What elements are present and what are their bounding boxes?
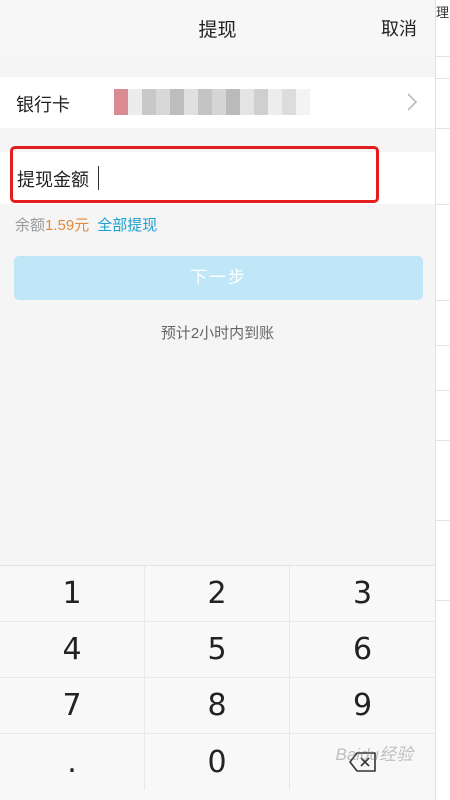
bank-card-row[interactable]: 银行卡	[0, 77, 435, 128]
key-decimal[interactable]: .	[0, 734, 145, 790]
backspace-icon	[348, 752, 376, 772]
balance-amount: 1.59元	[45, 217, 90, 234]
key-backspace[interactable]	[290, 734, 435, 790]
balance-label: 余额	[15, 217, 46, 234]
top-bar: 提现 取消	[0, 0, 435, 56]
key-0[interactable]: 0	[145, 734, 290, 790]
arrival-estimate-text: 预计2小时内到账	[160, 325, 275, 342]
withdraw-screen: 提现 取消 银行卡 提现金额 余额1.59元 全部提现 下一步 预计2小时内到账 …	[0, 0, 435, 800]
masked-bank-account	[100, 89, 310, 115]
background-window-text: 理	[436, 5, 450, 20]
key-8[interactable]: 8	[145, 678, 290, 734]
withdraw-amount-label: 提现金额	[17, 170, 89, 190]
key-2[interactable]: 2	[145, 566, 290, 622]
withdraw-amount-row: 提现金额	[0, 152, 435, 204]
key-9[interactable]: 9	[290, 678, 435, 734]
key-3[interactable]: 3	[290, 566, 435, 622]
text-cursor	[98, 166, 99, 190]
bank-card-label: 银行卡	[16, 95, 70, 115]
key-1[interactable]: 1	[0, 566, 145, 622]
next-step-button[interactable]: 下一步	[14, 256, 423, 300]
cancel-button[interactable]: 取消	[381, 15, 417, 41]
background-window-strip: 理	[435, 0, 450, 800]
key-4[interactable]: 4	[0, 622, 145, 678]
withdraw-amount-input[interactable]	[98, 160, 368, 196]
balance-row: 余额1.59元 全部提现	[15, 214, 157, 235]
page-title: 提现	[198, 20, 237, 41]
key-5[interactable]: 5	[145, 622, 290, 678]
key-7[interactable]: 7	[0, 678, 145, 734]
numeric-keypad: 1 2 3 4 5 6 7 8 9 . 0	[0, 565, 435, 800]
withdraw-all-link[interactable]: 全部提现	[97, 217, 157, 234]
key-6[interactable]: 6	[290, 622, 435, 678]
chevron-right-icon	[407, 93, 418, 111]
